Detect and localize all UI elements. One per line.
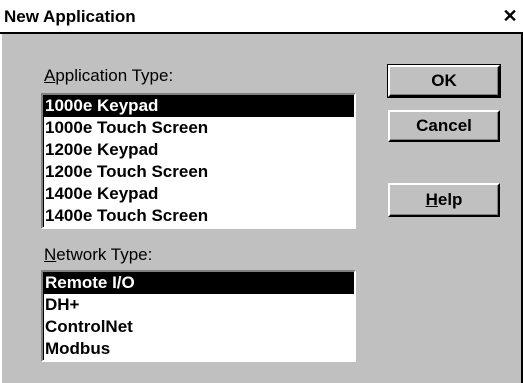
- application-type-option[interactable]: 1000e Keypad: [43, 95, 354, 117]
- application-type-label-text: pplication Type:: [55, 66, 174, 85]
- network-type-option[interactable]: Remote I/O: [43, 272, 354, 294]
- help-button-label: Help: [426, 185, 463, 215]
- title-bar[interactable]: New Application ✕: [0, 0, 523, 34]
- network-type-option[interactable]: ControlNet: [43, 316, 354, 338]
- close-icon[interactable]: ✕: [501, 6, 519, 26]
- application-type-option[interactable]: 1400e Keypad: [43, 183, 354, 205]
- network-type-label-text: etwork Type:: [56, 245, 153, 264]
- network-type-option[interactable]: Modbus: [43, 338, 354, 360]
- network-type-option[interactable]: DH+: [43, 294, 354, 316]
- window-title: New Application: [4, 7, 136, 26]
- new-application-dialog: New Application ✕ Application Type: 1000…: [0, 0, 523, 383]
- application-type-listbox[interactable]: 1000e Keypad 1000e Touch Screen 1200e Ke…: [41, 93, 356, 229]
- application-type-option[interactable]: 1200e Touch Screen: [43, 161, 354, 183]
- network-type-accel: N: [44, 245, 57, 264]
- application-type-option[interactable]: 1200e Keypad: [43, 139, 354, 161]
- application-type-option[interactable]: 1000e Touch Screen: [43, 117, 354, 139]
- window-left-border: [0, 34, 2, 383]
- cancel-button[interactable]: Cancel: [388, 110, 500, 142]
- application-type-accel: A: [44, 66, 56, 85]
- network-type-label: Network Type:: [44, 245, 152, 265]
- cancel-button-label: Cancel: [416, 116, 472, 135]
- ok-button[interactable]: OK: [387, 64, 501, 98]
- help-button-label-text: elp: [437, 190, 463, 209]
- help-button[interactable]: Help: [388, 183, 500, 217]
- network-type-listbox[interactable]: Remote I/O DH+ ControlNet Modbus: [41, 270, 356, 362]
- application-type-label: Application Type:: [44, 66, 173, 86]
- ok-button-label: OK: [431, 71, 457, 90]
- application-type-option[interactable]: 1400e Touch Screen: [43, 205, 354, 227]
- help-button-accel: H: [425, 190, 438, 209]
